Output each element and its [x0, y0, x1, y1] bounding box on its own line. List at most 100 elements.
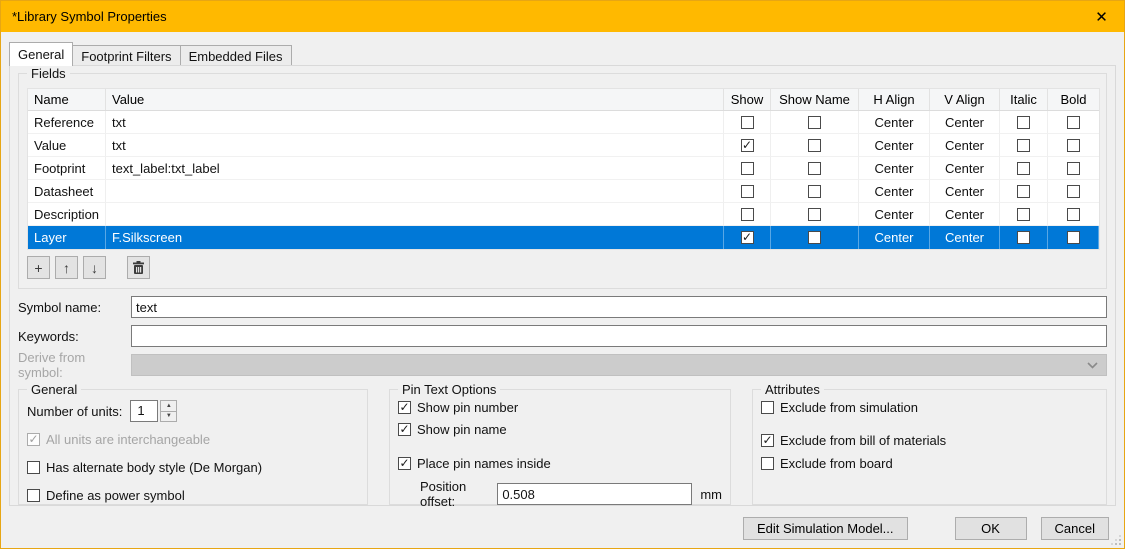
- checkbox-icon: ✓: [761, 434, 774, 447]
- show-checkbox[interactable]: ✓: [724, 226, 771, 249]
- checkbox-icon: [808, 162, 821, 175]
- italic-checkbox[interactable]: [1000, 180, 1048, 203]
- column-header-show-name[interactable]: Show Name: [771, 89, 859, 110]
- column-header-v-align[interactable]: V Align: [930, 89, 1000, 110]
- field-name-cell[interactable]: Value: [28, 134, 106, 157]
- field-row-description[interactable]: Description CenterCenter: [28, 203, 1099, 226]
- add-field-button[interactable]: +: [27, 256, 50, 279]
- show-checkbox[interactable]: [724, 203, 771, 226]
- checkbox-icon: [741, 162, 754, 175]
- tab-embedded-files[interactable]: Embedded Files: [181, 45, 292, 66]
- column-header-show[interactable]: Show: [724, 89, 771, 110]
- field-row-value[interactable]: Valuetxt✓ CenterCenter: [28, 134, 1099, 157]
- field-row-layer[interactable]: LayerF.Silkscreen✓ CenterCenter: [28, 226, 1099, 249]
- cancel-button[interactable]: Cancel: [1041, 517, 1109, 540]
- show-checkbox[interactable]: ✓: [724, 134, 771, 157]
- checkbox-label: Has alternate body style (De Morgan): [46, 460, 262, 475]
- ok-button[interactable]: OK: [955, 517, 1027, 540]
- show-checkbox[interactable]: [724, 157, 771, 180]
- checkbox-icon: [808, 139, 821, 152]
- number-of-units-stepper[interactable]: 1 ▲ ▼: [130, 400, 177, 422]
- column-header-italic[interactable]: Italic: [1000, 89, 1048, 110]
- field-name-cell[interactable]: Reference: [28, 111, 106, 134]
- field-value-cell[interactable]: text_label:txt_label: [106, 157, 724, 180]
- number-of-units-row: Number of units: 1 ▲ ▼: [27, 400, 359, 422]
- checkbox-has-alternate-body-style-de-morgan[interactable]: Has alternate body style (De Morgan): [27, 460, 359, 475]
- italic-checkbox[interactable]: [1000, 203, 1048, 226]
- h-align-cell[interactable]: Center: [859, 203, 930, 226]
- bold-checkbox[interactable]: [1048, 180, 1099, 203]
- italic-checkbox[interactable]: [1000, 111, 1048, 134]
- keywords-input[interactable]: [131, 325, 1107, 347]
- show-name-checkbox[interactable]: [771, 134, 859, 157]
- column-header-bold[interactable]: Bold: [1048, 89, 1099, 110]
- spin-up-button[interactable]: ▲: [160, 400, 177, 412]
- bold-checkbox[interactable]: [1048, 226, 1099, 249]
- column-header-h-align[interactable]: H Align: [859, 89, 930, 110]
- field-name-cell[interactable]: Layer: [28, 226, 106, 249]
- edit-simulation-model-button[interactable]: Edit Simulation Model...: [743, 517, 908, 540]
- column-header-name[interactable]: Name: [28, 89, 106, 110]
- move-field-down-button[interactable]: ↓: [83, 256, 106, 279]
- h-align-cell[interactable]: Center: [859, 180, 930, 203]
- symbol-name-input[interactable]: [131, 296, 1107, 318]
- v-align-cell[interactable]: Center: [930, 203, 1000, 226]
- show-name-checkbox[interactable]: [771, 203, 859, 226]
- field-value-cell[interactable]: [106, 203, 724, 226]
- tab-footprint-filters[interactable]: Footprint Filters: [73, 45, 180, 66]
- italic-checkbox[interactable]: [1000, 226, 1048, 249]
- h-align-cell[interactable]: Center: [859, 134, 930, 157]
- tab-general[interactable]: General: [9, 42, 73, 66]
- field-value-cell[interactable]: txt: [106, 111, 724, 134]
- field-row-datasheet[interactable]: Datasheet CenterCenter: [28, 180, 1099, 203]
- bold-checkbox[interactable]: [1048, 111, 1099, 134]
- field-name-cell[interactable]: Description: [28, 203, 106, 226]
- number-of-units-value[interactable]: 1: [130, 400, 158, 422]
- column-header-value[interactable]: Value: [106, 89, 724, 110]
- checkbox-exclude-from-board[interactable]: Exclude from board: [761, 456, 1098, 471]
- italic-checkbox[interactable]: [1000, 157, 1048, 180]
- bold-checkbox[interactable]: [1048, 157, 1099, 180]
- field-name-cell[interactable]: Footprint: [28, 157, 106, 180]
- field-value-cell[interactable]: txt: [106, 134, 724, 157]
- delete-field-button[interactable]: [127, 256, 150, 279]
- checkbox-exclude-from-simulation[interactable]: Exclude from simulation: [761, 400, 1098, 415]
- v-align-cell[interactable]: Center: [930, 180, 1000, 203]
- field-name-cell[interactable]: Datasheet: [28, 180, 106, 203]
- bold-checkbox[interactable]: [1048, 134, 1099, 157]
- v-align-cell[interactable]: Center: [930, 157, 1000, 180]
- v-align-cell[interactable]: Center: [930, 226, 1000, 249]
- field-value-cell[interactable]: [106, 180, 724, 203]
- show-checkbox[interactable]: [724, 180, 771, 203]
- move-field-up-button[interactable]: ↑: [55, 256, 78, 279]
- field-row-reference[interactable]: Referencetxt CenterCenter: [28, 111, 1099, 134]
- checkbox-define-as-power-symbol[interactable]: Define as power symbol: [27, 488, 359, 503]
- spin-up-icon: ▲: [166, 403, 172, 409]
- resize-grip[interactable]: [1112, 536, 1121, 545]
- show-name-checkbox[interactable]: [771, 157, 859, 180]
- spin-down-button[interactable]: ▼: [160, 412, 177, 423]
- pin-text-checkboxes: ✓Show pin number ✓Show pin name ✓Place pin…: [398, 400, 722, 471]
- field-row-footprint[interactable]: Footprinttext_label:txt_label CenterCente…: [28, 157, 1099, 180]
- library-symbol-properties-dialog: *Library Symbol Properties ✕ GeneralFoot…: [0, 0, 1125, 549]
- close-icon[interactable]: ✕: [1079, 1, 1124, 32]
- italic-checkbox[interactable]: [1000, 134, 1048, 157]
- checkbox-show-pin-number[interactable]: ✓Show pin number: [398, 400, 722, 415]
- h-align-cell[interactable]: Center: [859, 157, 930, 180]
- checkbox-all-units-are-interchangeable[interactable]: ✓All units are interchangeable: [27, 432, 359, 447]
- v-align-cell[interactable]: Center: [930, 134, 1000, 157]
- bold-checkbox[interactable]: [1048, 203, 1099, 226]
- show-name-checkbox[interactable]: [771, 111, 859, 134]
- checkbox-exclude-from-bill-of-materials[interactable]: ✓Exclude from bill of materials: [761, 433, 1098, 448]
- v-align-cell[interactable]: Center: [930, 111, 1000, 134]
- position-offset-input[interactable]: [497, 483, 692, 505]
- show-checkbox[interactable]: [724, 111, 771, 134]
- show-name-checkbox[interactable]: [771, 180, 859, 203]
- show-name-checkbox[interactable]: [771, 226, 859, 249]
- h-align-cell[interactable]: Center: [859, 111, 930, 134]
- fields-table-header: NameValueShowShow NameH AlignV AlignItal…: [28, 89, 1099, 111]
- field-value-cell[interactable]: F.Silkscreen: [106, 226, 724, 249]
- checkbox-show-pin-name[interactable]: ✓Show pin name: [398, 422, 722, 437]
- checkbox-place-pin-names-inside[interactable]: ✓Place pin names inside: [398, 456, 722, 471]
- h-align-cell[interactable]: Center: [859, 226, 930, 249]
